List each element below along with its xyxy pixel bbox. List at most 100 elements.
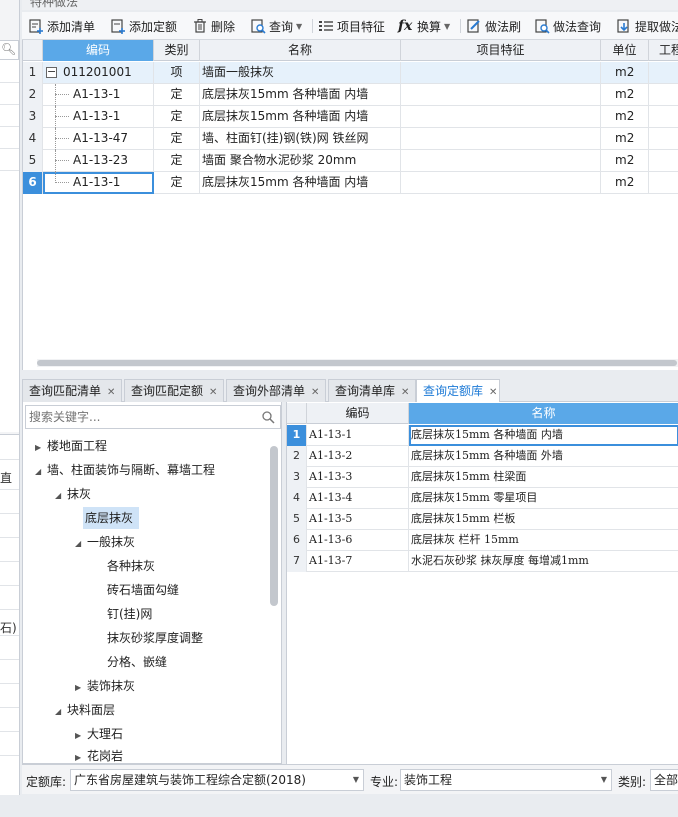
name-cell[interactable]: 底层抹灰 栏杆 15mm [409, 530, 678, 551]
col-name[interactable]: 名称 [409, 403, 678, 424]
code-cell[interactable]: A1-13-23 [43, 150, 154, 172]
item-feature-button[interactable]: 项目特征 [318, 16, 385, 36]
feature-cell[interactable] [401, 62, 601, 84]
tree-item-selected[interactable]: 底层抹灰 [83, 507, 140, 529]
tree-item[interactable]: 砖石墙面勾缝 [107, 579, 179, 601]
type-cell[interactable]: 定 [154, 128, 200, 150]
close-icon[interactable]: ✕ [489, 387, 497, 398]
tree-item[interactable]: ◢ 墙、柱面装饰与隔断、幕墙工程 [35, 459, 215, 481]
tab-match-quota[interactable]: 查询匹配定额 ✕ [124, 379, 224, 402]
col-type[interactable]: 类别 [154, 40, 200, 61]
table-row[interactable]: 4 A1-13-47 定 墙、柱面钉(挂)钢(铁)网 铁丝网 m2 [23, 128, 678, 150]
tree-item[interactable]: 钉(挂)网 [107, 603, 152, 625]
name-cell[interactable]: 墙、柱面钉(挂)钢(铁)网 铁丝网 [200, 128, 401, 150]
add-quota-button[interactable]: 添加定额 [110, 16, 177, 36]
unit-cell[interactable]: m2 [601, 106, 649, 128]
name-cell[interactable]: 底层抹灰15mm 各种墙面 内墙 [200, 172, 401, 194]
close-icon[interactable]: ✕ [209, 387, 217, 398]
name-cell[interactable]: 水泥石灰砂浆 抹灰厚度 每增减1mm [409, 551, 678, 572]
collapse-arrow-icon[interactable]: ◢ [75, 533, 87, 555]
table-row[interactable]: 3 A1-13-1 定 底层抹灰15mm 各种墙面 内墙 m2 [23, 106, 678, 128]
code-cell[interactable]: − 011201001 [43, 62, 154, 84]
quantity-cell[interactable] [649, 62, 678, 84]
tree-item[interactable]: 各种抹灰 [107, 555, 155, 577]
collapse-arrow-icon[interactable]: ◢ [55, 701, 67, 723]
table-row[interactable]: 1 A1-13-1 底层抹灰15mm 各种墙面 内墙 [287, 425, 678, 446]
tree-item[interactable]: ◢ 块料面层 [55, 699, 115, 721]
extract-method-button[interactable]: 提取做法 [616, 16, 678, 36]
quantity-cell[interactable] [649, 128, 678, 150]
vertical-scrollbar-thumb[interactable] [270, 446, 278, 606]
name-cell[interactable]: 底层抹灰15mm 零星项目 [409, 488, 678, 509]
quota-library-select[interactable]: 广东省房屋建筑与装饰工程综合定额(2018) ▼ [70, 769, 364, 791]
table-row[interactable]: 5 A1-13-23 定 墙面 聚合物水泥砂浆 20mm m2 [23, 150, 678, 172]
table-row[interactable]: 4 A1-13-4 底层抹灰15mm 零星项目 [287, 488, 678, 509]
tree-item[interactable]: ▶ 楼地面工程 [35, 435, 107, 457]
code-cell[interactable]: A1-13-6 [307, 530, 409, 551]
code-cell[interactable]: A1-13-4 [307, 488, 409, 509]
table-row[interactable]: 1 − 011201001 项 墙面一般抹灰 m2 [23, 62, 678, 84]
add-list-button[interactable]: 添加清单 [28, 16, 95, 36]
convert-button[interactable]: fx 换算 ▼ [398, 16, 450, 36]
unit-cell[interactable]: m2 [601, 84, 649, 106]
collapse-arrow-icon[interactable]: ◢ [35, 461, 47, 483]
type-cell[interactable]: 项 [154, 62, 200, 84]
code-cell[interactable]: A1-13-3 [307, 467, 409, 488]
code-cell[interactable]: A1-13-7 [307, 551, 409, 572]
tab-match-list[interactable]: 查询匹配清单 ✕ [22, 379, 122, 402]
feature-cell[interactable] [401, 128, 601, 150]
query-button[interactable]: 查询 ▼ [250, 16, 302, 36]
delete-button[interactable]: 删除 [192, 16, 235, 36]
name-cell[interactable]: 底层抹灰15mm 各种墙面 内墙 [200, 106, 401, 128]
type-cell[interactable]: 定 [154, 172, 200, 194]
table-row[interactable]: 5 A1-13-5 底层抹灰15mm 栏板 [287, 509, 678, 530]
name-cell[interactable]: 底层抹灰15mm 栏板 [409, 509, 678, 530]
collapse-arrow-icon[interactable]: ◢ [55, 485, 67, 507]
table-row[interactable]: 2 A1-13-1 定 底层抹灰15mm 各种墙面 内墙 m2 [23, 84, 678, 106]
chevron-down-icon[interactable]: ▼ [601, 770, 607, 790]
col-unit[interactable]: 单位 [601, 40, 649, 61]
name-cell[interactable]: 底层抹灰15mm 各种墙面 外墙 [409, 446, 678, 467]
quantity-cell[interactable] [649, 106, 678, 128]
collapse-icon[interactable]: − [46, 66, 57, 78]
col-code[interactable]: 编码 [307, 403, 409, 424]
horizontal-scrollbar[interactable] [37, 359, 678, 367]
col-name[interactable]: 名称 [200, 40, 401, 61]
type-cell[interactable]: 定 [154, 150, 200, 172]
method-brush-button[interactable]: 做法刷 [466, 16, 521, 36]
table-row[interactable]: 7 A1-13-7 水泥石灰砂浆 抹灰厚度 每增减1mm [287, 551, 678, 572]
search-input-box[interactable] [25, 405, 281, 429]
table-row[interactable]: 6 A1-13-1 定 底层抹灰15mm 各种墙面 内墙 m2 [23, 172, 678, 194]
name-cell[interactable]: 墙面一般抹灰 [200, 62, 401, 84]
code-cell[interactable]: A1-13-2 [307, 446, 409, 467]
tab-external-list[interactable]: 查询外部清单 ✕ [226, 379, 326, 402]
close-icon[interactable]: ✕ [311, 387, 319, 398]
unit-cell[interactable]: m2 [601, 150, 649, 172]
search-input[interactable] [29, 408, 254, 426]
tree-item[interactable]: ▶ 大理石 [75, 723, 123, 745]
quantity-cell[interactable] [649, 172, 678, 194]
scrollbar-thumb[interactable] [37, 360, 677, 366]
table-row[interactable]: 2 A1-13-2 底层抹灰15mm 各种墙面 外墙 [287, 446, 678, 467]
col-feature[interactable]: 项目特征 [401, 40, 601, 61]
unit-cell[interactable]: m2 [601, 62, 649, 84]
unit-cell[interactable]: m2 [601, 172, 649, 194]
chevron-down-icon[interactable]: ▼ [353, 770, 359, 790]
code-cell[interactable]: A1-13-1 [43, 106, 154, 128]
major-select[interactable]: 装饰工程 ▼ [400, 769, 612, 791]
name-cell[interactable]: 底层抹灰15mm 柱梁面 [409, 467, 678, 488]
name-cell[interactable]: 墙面 聚合物水泥砂浆 20mm [200, 150, 401, 172]
feature-cell[interactable] [401, 106, 601, 128]
type-cell[interactable]: 定 [154, 106, 200, 128]
name-cell[interactable]: 底层抹灰15mm 各种墙面 内墙 [200, 84, 401, 106]
code-cell[interactable]: A1-13-5 [307, 509, 409, 530]
tree-item[interactable]: 分格、嵌缝 [107, 651, 167, 673]
quantity-cell[interactable] [649, 84, 678, 106]
name-cell[interactable]: 底层抹灰15mm 各种墙面 内墙 [409, 425, 678, 446]
tab-list-library[interactable]: 查询清单库 ✕ [328, 379, 416, 402]
tree-item[interactable]: ▶ 花岗岩 [75, 745, 123, 763]
code-cell[interactable]: A1-13-1 [43, 84, 154, 106]
category-select[interactable]: 全部 [650, 769, 678, 791]
expand-arrow-icon[interactable]: ▶ [75, 725, 87, 747]
quantity-cell[interactable] [649, 150, 678, 172]
